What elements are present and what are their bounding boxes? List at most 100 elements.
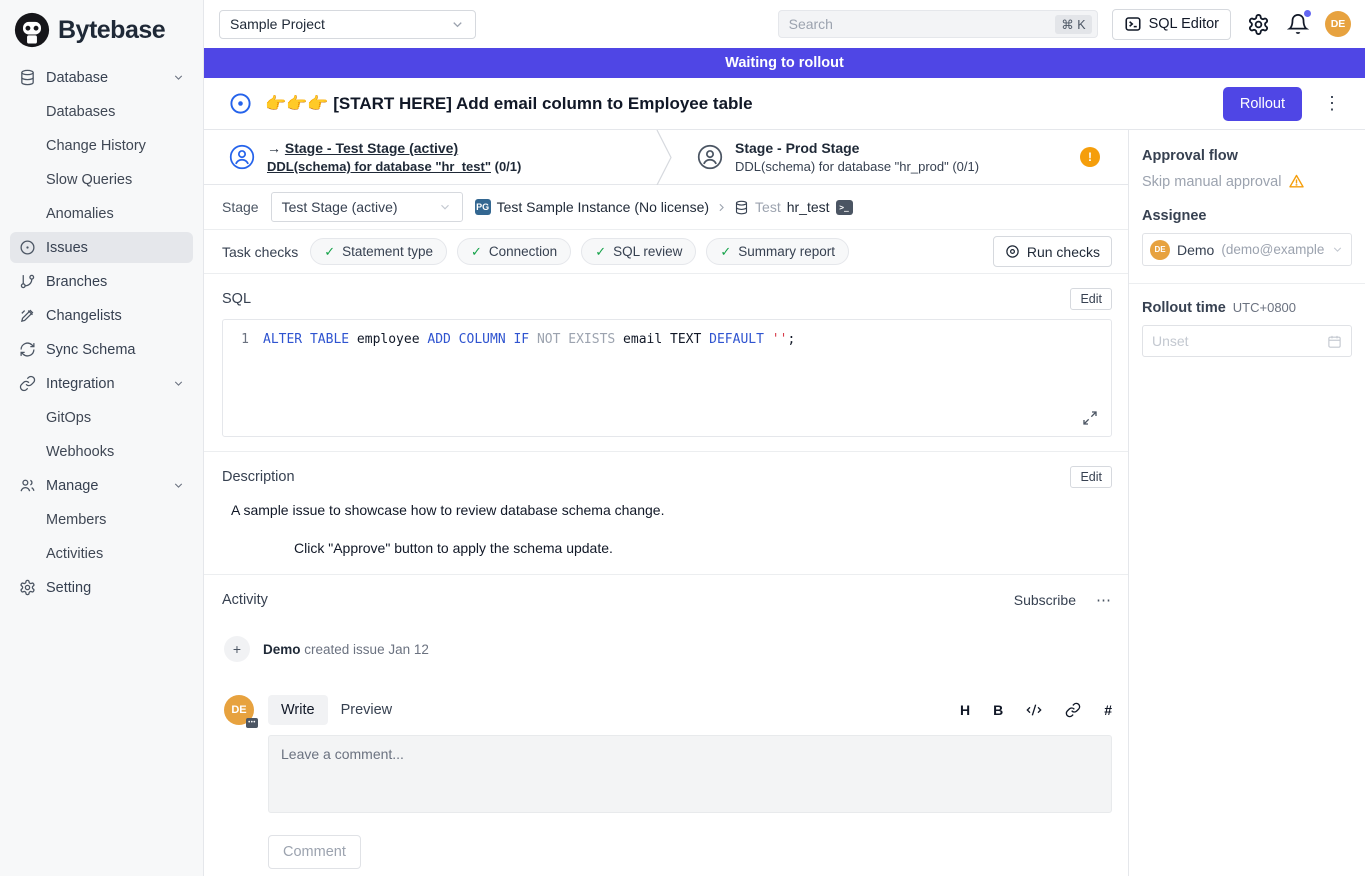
brand-name: Bytebase	[58, 16, 165, 45]
sidebar-item-activities[interactable]: Activities	[10, 538, 193, 569]
gear-icon	[18, 579, 36, 597]
sidebar-item-database[interactable]: Database	[10, 62, 193, 93]
bold-format-icon[interactable]: B	[993, 702, 1003, 718]
stage-assignee-icon	[697, 144, 723, 170]
sql-code-line: 1 ALTER TABLE employee ADD COLUMN IF NOT…	[223, 330, 1111, 350]
chevron-right-icon	[715, 201, 728, 214]
stage-select[interactable]: Test Stage (active)	[271, 192, 463, 222]
stage-card-test[interactable]: → Stage - Test Stage (active) DDL(schema…	[204, 130, 656, 184]
description-edit-button[interactable]: Edit	[1070, 466, 1112, 488]
bytebase-app: Bytebase Database Databases Change Histo…	[0, 0, 1365, 876]
activity-timeline-item: + Demo created issue Jan 12	[204, 609, 1128, 662]
warning-triangle-icon	[1288, 173, 1305, 190]
heading-format-icon[interactable]: H	[960, 702, 970, 718]
rollout-time-label: Rollout time	[1142, 300, 1226, 316]
sidebar-item-databases[interactable]: Databases	[10, 96, 193, 127]
comment-button[interactable]: Comment	[268, 835, 361, 869]
composer-avatar: DE •••	[224, 695, 254, 725]
instance-link[interactable]: Test Sample Instance (No license)	[497, 199, 709, 215]
sidebar-item-integration[interactable]: Integration	[10, 368, 193, 399]
issue-icon	[18, 239, 36, 257]
topbar: Sample Project Search ⌘ K SQL Editor DE	[204, 0, 1365, 48]
notification-bell-icon[interactable]	[1285, 11, 1311, 37]
assignee-select[interactable]: DE Demo (demo@example	[1142, 233, 1352, 266]
sidebar-item-anomalies[interactable]: Anomalies	[10, 198, 193, 229]
description-body: A sample issue to showcase how to review…	[204, 497, 1128, 574]
search-input[interactable]: Search ⌘ K	[778, 10, 1098, 38]
sidebar: Bytebase Database Databases Change Histo…	[0, 0, 204, 876]
chevron-down-icon	[438, 200, 452, 214]
sidebar-item-slow-queries[interactable]: Slow Queries	[10, 164, 193, 195]
database-link[interactable]: hr_test	[787, 199, 830, 215]
check-icon: ✓	[324, 244, 335, 260]
bytebase-logo[interactable]: Bytebase	[10, 8, 193, 62]
chevron-down-icon	[450, 17, 465, 32]
timezone-label: UTC+0800	[1233, 300, 1296, 315]
run-icon	[1005, 244, 1020, 259]
check-pill-statement-type[interactable]: ✓Statement type	[310, 238, 447, 265]
description-section-header: Description Edit	[204, 452, 1128, 497]
line-number: 1	[223, 330, 263, 350]
open-sql-editor-icon[interactable]: >_	[836, 200, 853, 215]
search-shortcut-badge: ⌘ K	[1055, 15, 1091, 34]
sidebar-item-gitops[interactable]: GitOps	[10, 402, 193, 433]
sidebar-item-members[interactable]: Members	[10, 504, 193, 535]
kebab-menu-icon[interactable]: ⋮	[1315, 93, 1350, 114]
comment-composer: DE ••• Write Preview H B #	[204, 662, 1128, 869]
description-line: A sample issue to showcase how to review…	[231, 502, 1112, 518]
sidebar-item-issues[interactable]: Issues	[10, 232, 193, 263]
more-options-icon[interactable]: ⋯	[1096, 591, 1112, 609]
check-pill-connection[interactable]: ✓Connection	[457, 238, 571, 265]
sql-edit-button[interactable]: Edit	[1070, 288, 1112, 310]
rollout-button[interactable]: Rollout	[1223, 87, 1302, 121]
project-select[interactable]: Sample Project	[219, 10, 476, 39]
user-avatar[interactable]: DE	[1325, 11, 1351, 37]
database-icon	[18, 69, 36, 87]
task-checks-row: Task checks ✓Statement type ✓Connection …	[204, 230, 1128, 274]
sql-editor-button[interactable]: SQL Editor	[1112, 9, 1231, 40]
link-format-icon[interactable]	[1065, 702, 1081, 718]
sidebar-item-webhooks[interactable]: Webhooks	[10, 436, 193, 467]
expand-editor-icon[interactable]	[1082, 410, 1098, 426]
check-icon: ✓	[720, 244, 731, 260]
chevron-down-icon	[1331, 243, 1344, 256]
sidebar-item-sync-schema[interactable]: Sync Schema	[10, 334, 193, 365]
tab-preview[interactable]: Preview	[328, 695, 406, 725]
sidebar-item-setting[interactable]: Setting	[10, 572, 193, 603]
postgres-icon: PG	[475, 199, 491, 215]
sidebar-item-changelists[interactable]: Changelists	[10, 300, 193, 331]
page-title: 👉👉👉 [START HERE] Add email column to Emp…	[265, 94, 1210, 114]
notification-dot	[1304, 10, 1311, 17]
run-checks-button[interactable]: Run checks	[993, 236, 1112, 267]
terminal-icon	[1124, 15, 1142, 33]
bytebase-logo-icon	[14, 12, 50, 48]
check-pill-sql-review[interactable]: ✓SQL review	[581, 238, 696, 265]
plus-icon: +	[224, 636, 250, 662]
database-icon	[734, 200, 749, 215]
sql-section-header: SQL Edit	[204, 274, 1128, 319]
tab-write[interactable]: Write	[268, 695, 328, 725]
sql-editor[interactable]: 1 ALTER TABLE employee ADD COLUMN IF NOT…	[222, 319, 1112, 437]
arrow-icon: →	[267, 140, 281, 156]
check-pill-summary-report[interactable]: ✓Summary report	[706, 238, 849, 265]
settings-gear-icon[interactable]	[1245, 11, 1271, 37]
sidebar-item-change-history[interactable]: Change History	[10, 130, 193, 161]
comment-bubble-icon: •••	[246, 718, 258, 728]
issue-side-panel: Approval flow Skip manual approval Assig…	[1128, 130, 1365, 876]
stage-pipeline: → Stage - Test Stage (active) DDL(schema…	[204, 130, 1128, 185]
issue-title-row: 👉👉👉 [START HERE] Add email column to Emp…	[204, 78, 1365, 130]
rollout-time-picker[interactable]: Unset	[1142, 325, 1352, 357]
sidebar-item-manage[interactable]: Manage	[10, 470, 193, 501]
code-format-icon[interactable]	[1026, 702, 1042, 718]
comment-input[interactable]	[268, 735, 1112, 813]
subscribe-button[interactable]: Subscribe	[1014, 592, 1076, 608]
stage-card-prod[interactable]: Stage - Prod Stage DDL(schema) for datab…	[672, 130, 1128, 184]
chevron-down-icon	[172, 71, 185, 84]
branch-icon	[18, 273, 36, 291]
check-icon: ✓	[471, 244, 482, 260]
approval-flow-label: Approval flow	[1142, 148, 1352, 164]
check-icon: ✓	[595, 244, 606, 260]
stage-assignee-icon	[229, 144, 255, 170]
sidebar-item-branches[interactable]: Branches	[10, 266, 193, 297]
hash-format-icon[interactable]: #	[1104, 702, 1112, 718]
